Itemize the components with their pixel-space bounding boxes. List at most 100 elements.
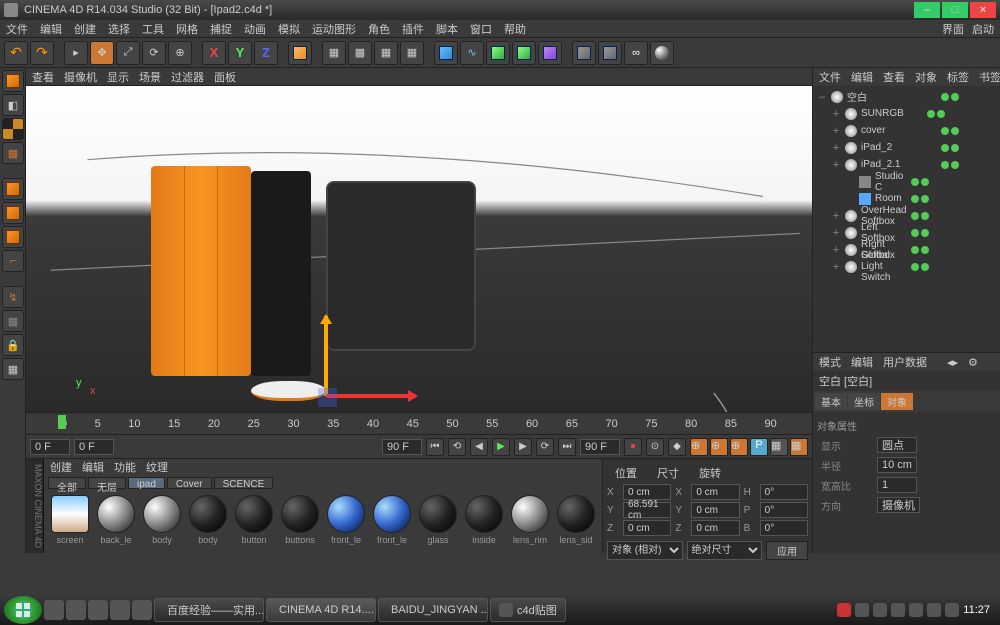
material-item[interactable]: glass — [416, 495, 460, 549]
attr-value-field[interactable]: 圆点 — [877, 437, 917, 453]
key-pos-button[interactable]: ⊕ — [690, 438, 708, 456]
material-item[interactable]: lens_rim — [508, 495, 552, 549]
mat-tab[interactable]: 纹理 — [146, 459, 168, 475]
environment-button[interactable] — [538, 41, 562, 65]
last-tool[interactable]: ⊕ — [168, 41, 192, 65]
viewport-tab[interactable]: 摄像机 — [64, 69, 97, 85]
rotate-tool[interactable]: ⟳ — [142, 41, 166, 65]
quick-launch-icon[interactable] — [110, 600, 130, 620]
next-frame-button[interactable]: ▶ — [514, 438, 532, 456]
menu-item[interactable]: 捕捉 — [210, 21, 232, 37]
taskbar-button[interactable]: c4d贴图 — [490, 598, 566, 622]
edge-mode-button[interactable] — [2, 202, 24, 224]
attr-value-field[interactable]: 10 cm — [877, 457, 917, 473]
viewport[interactable]: yx — [26, 86, 812, 412]
mat-category[interactable]: ipad — [128, 477, 165, 489]
object-row[interactable]: +SUNRGB — [815, 105, 1000, 122]
tray-icon[interactable] — [837, 603, 851, 617]
workplane-button[interactable]: ▦ — [2, 142, 24, 164]
gizmo-x-axis[interactable] — [326, 394, 416, 398]
object-row[interactable]: Room — [815, 190, 1000, 207]
attr-value-field[interactable]: 1 — [877, 477, 917, 493]
goto-end-button[interactable]: ⏭ — [558, 438, 576, 456]
quick-launch-icon[interactable] — [66, 600, 86, 620]
key-scale-button[interactable]: ⊕ — [710, 438, 728, 456]
attr-tab[interactable]: 模式 — [819, 354, 841, 370]
coord-system-button[interactable] — [288, 41, 312, 65]
mat-tab[interactable]: 创建 — [50, 459, 72, 475]
maximize-button[interactable]: □ — [942, 2, 968, 18]
expand-icon[interactable]: – — [817, 91, 827, 103]
attr-subtab[interactable]: 基本 — [815, 393, 847, 410]
coord-field[interactable]: 0 cm — [623, 484, 671, 500]
obj-tab[interactable]: 编辑 — [851, 69, 873, 85]
keyframe-sel-button[interactable]: ◆ — [668, 438, 686, 456]
attr-value-field[interactable]: 摄像机 — [877, 497, 920, 513]
material-item[interactable]: back_le — [94, 495, 138, 549]
model-mode-button[interactable] — [2, 70, 24, 92]
coord-field[interactable]: 68.591 cm — [623, 502, 671, 518]
attr-nav-icon[interactable]: ◂▸ — [947, 356, 958, 369]
menu-item[interactable]: 创建 — [74, 21, 96, 37]
gizmo-z-axis[interactable] — [326, 396, 329, 399]
end-frame-field[interactable]: 90 F — [382, 439, 422, 455]
menu-item[interactable]: 运动图形 — [312, 21, 356, 37]
close-button[interactable]: × — [970, 2, 996, 18]
coord-field[interactable]: 0 cm — [691, 484, 739, 500]
coord-field[interactable]: 0° — [760, 484, 808, 500]
obj-tab[interactable]: 文件 — [819, 69, 841, 85]
material-item[interactable]: inside — [462, 495, 506, 549]
x-axis-button[interactable]: X — [202, 41, 226, 65]
coord-field[interactable]: 0 cm — [623, 520, 671, 536]
viewport-tab[interactable]: 场景 — [139, 69, 161, 85]
tray-icon[interactable] — [873, 603, 887, 617]
z-axis-button[interactable]: Z — [254, 41, 278, 65]
attr-menu-icon[interactable]: ⚙ — [968, 356, 978, 369]
scale-tool[interactable]: ⤢ — [116, 41, 140, 65]
tray-icon[interactable] — [945, 603, 959, 617]
material-item[interactable]: button — [232, 495, 276, 549]
start-frame-field[interactable]: 0 F — [30, 439, 70, 455]
key-rot-button[interactable]: ⊕ — [730, 438, 748, 456]
record-button[interactable]: ● — [624, 438, 642, 456]
object-row[interactable]: –空白 — [815, 88, 1000, 105]
menu-item[interactable]: 工具 — [142, 21, 164, 37]
object-row[interactable]: +OverHead Softbox — [815, 207, 1000, 224]
menu-item[interactable]: 编辑 — [40, 21, 62, 37]
redo-button[interactable]: ↷ — [30, 41, 54, 65]
quick-launch-icon[interactable] — [88, 600, 108, 620]
snap-button[interactable]: 🔒 — [2, 334, 24, 356]
attr-subtab[interactable]: 对象 — [881, 393, 913, 410]
uv-mode-button[interactable]: ⌐ — [2, 250, 24, 272]
render-settings-button[interactable]: ▦ — [374, 41, 398, 65]
picture-viewer-button[interactable]: ▦ — [400, 41, 424, 65]
object-mode-button[interactable]: ◧ — [2, 94, 24, 116]
mat-tab[interactable]: 编辑 — [82, 459, 104, 475]
undo-button[interactable]: ↶ — [4, 41, 28, 65]
enable-axis-button[interactable]: ↯ — [2, 286, 24, 308]
menu-item[interactable]: 窗口 — [470, 21, 492, 37]
expand-icon[interactable]: + — [831, 244, 841, 256]
tray-icon[interactable] — [909, 603, 923, 617]
object-row[interactable]: +Left Softbox — [815, 224, 1000, 241]
select-tool[interactable]: ▸ — [64, 41, 88, 65]
move-tool[interactable]: ✥ — [90, 41, 114, 65]
expand-icon[interactable]: + — [831, 261, 841, 273]
deformer-button[interactable] — [512, 41, 536, 65]
spline-button[interactable]: ∿ — [460, 41, 484, 65]
expand-icon[interactable]: + — [831, 227, 841, 239]
attr-tab[interactable]: 编辑 — [851, 354, 873, 370]
point-mode-button[interactable] — [2, 178, 24, 200]
expand-icon[interactable]: + — [831, 159, 841, 171]
render-view-button[interactable]: ▦ — [322, 41, 346, 65]
menu-item[interactable]: 启动 — [972, 21, 994, 37]
goto-start-button[interactable]: ⏮ — [426, 438, 444, 456]
minimize-button[interactable]: – — [914, 2, 940, 18]
menu-item[interactable]: 插件 — [402, 21, 424, 37]
primitive-cube-button[interactable] — [434, 41, 458, 65]
current-frame-field[interactable]: 0 F — [74, 439, 114, 455]
material-item[interactable]: lens_sid — [554, 495, 598, 549]
object-row[interactable]: Studio C — [815, 173, 1000, 190]
material-item[interactable]: body — [186, 495, 230, 549]
menu-item[interactable]: 文件 — [6, 21, 28, 37]
